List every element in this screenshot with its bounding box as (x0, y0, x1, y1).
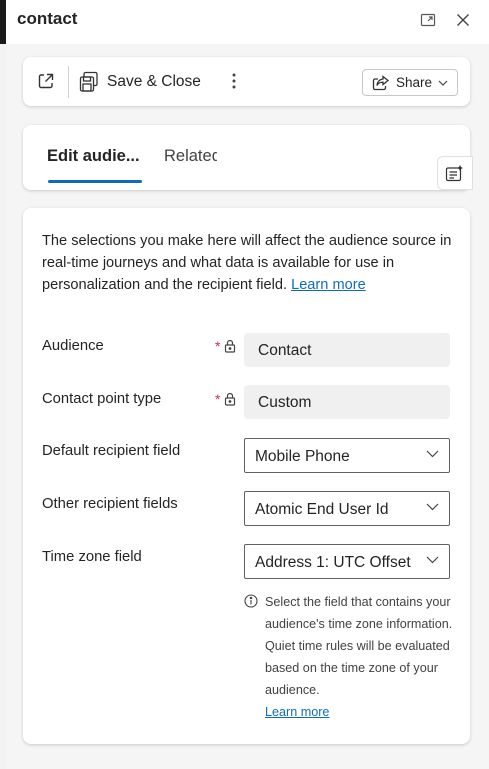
time-zone-help-body: Select the field that contains your audi… (265, 595, 453, 697)
audience-field: Contact (244, 333, 450, 367)
other-recipient-fields-value: Atomic End User Id (255, 501, 389, 518)
chevron-down-icon (426, 450, 439, 458)
command-bar: Save & Close Share (23, 57, 470, 106)
default-recipient-field-value: Mobile Phone (255, 448, 350, 465)
panel-title: contact (17, 9, 78, 28)
contact-point-type-label: Contact point type (42, 391, 162, 407)
contact-side-panel: contact Save & Close Share Edit audie...… (6, 0, 489, 769)
chevron-down-icon (438, 80, 448, 86)
lock-icon (224, 392, 236, 406)
required-indicator: * (215, 338, 221, 354)
chevron-down-icon (426, 503, 439, 511)
save-and-close-label: Save & Close (107, 73, 201, 90)
edit-audience-form: The selections you make here will affect… (23, 208, 470, 744)
chevron-down-icon (426, 556, 439, 564)
default-recipient-field-label: Default recipient field (42, 443, 181, 459)
command-divider (68, 66, 69, 98)
share-label: Share (395, 75, 433, 90)
required-indicator: * (215, 391, 221, 407)
share-button[interactable]: Share (362, 69, 458, 96)
intro-text: The selections you make here will affect… (42, 233, 452, 293)
intro-paragraph: The selections you make here will affect… (42, 230, 460, 296)
save-and-close-button[interactable]: Save & Close (79, 67, 201, 97)
other-recipient-fields-select[interactable]: Atomic End User Id (244, 491, 450, 526)
time-zone-field-label: Time zone field (42, 549, 142, 565)
panel-titlebar: contact (6, 0, 489, 44)
other-recipient-fields-label: Other recipient fields (42, 496, 178, 512)
more-vertical-icon[interactable] (226, 69, 242, 93)
intro-learn-more-link[interactable]: Learn more (291, 277, 366, 293)
share-icon (372, 74, 390, 90)
tab-edit-audience[interactable]: Edit audie... (47, 147, 140, 166)
selected-tab-indicator (48, 180, 142, 183)
tab-bar: Edit audie... Related (23, 125, 470, 190)
close-icon[interactable] (451, 8, 475, 32)
contact-point-type-field: Custom (244, 385, 450, 419)
lock-icon (224, 339, 236, 353)
tab-related[interactable]: Related (164, 147, 217, 166)
time-zone-field-select[interactable]: Address 1: UTC Offset (244, 544, 450, 579)
audience-label: Audience (42, 338, 104, 354)
form-fields-icon[interactable] (437, 156, 473, 190)
info-icon (244, 594, 258, 608)
save-close-icon (79, 71, 98, 92)
time-zone-field-value: Address 1: UTC Offset (255, 554, 411, 571)
help-learn-more-link[interactable]: Learn more (265, 705, 329, 719)
default-recipient-field-select[interactable]: Mobile Phone (244, 438, 450, 473)
expand-icon[interactable] (416, 8, 440, 32)
time-zone-help-text: Select the field that contains your audi… (265, 591, 461, 723)
open-in-new-window-icon[interactable] (35, 69, 57, 93)
